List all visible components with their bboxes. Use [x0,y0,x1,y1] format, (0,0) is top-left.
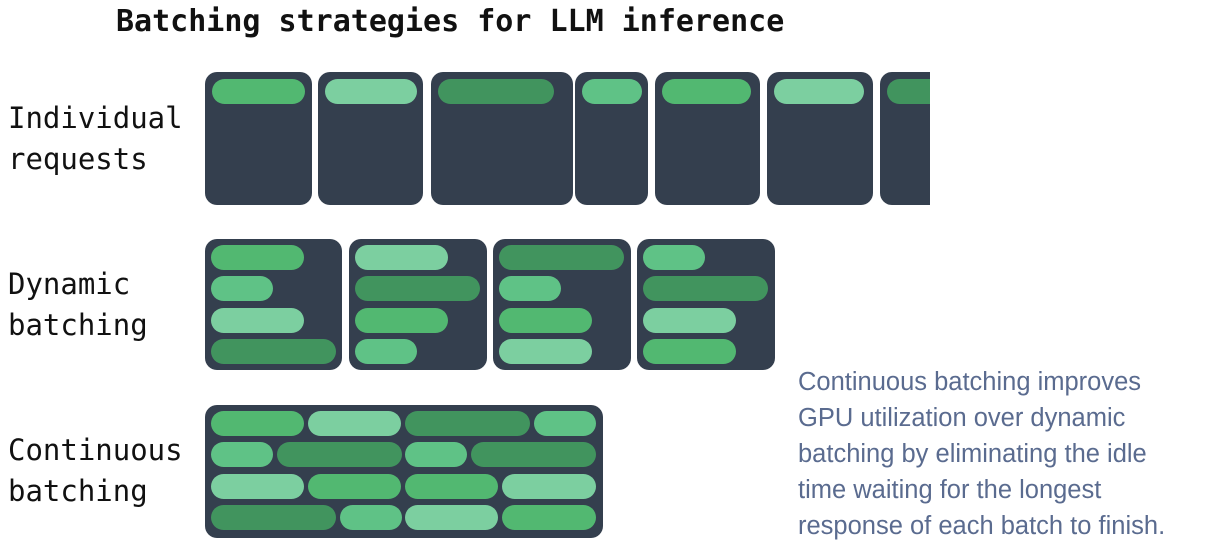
caption-line2: GPU utilization over dynamic [798,404,1126,432]
token-bar [499,276,561,301]
token-bar [355,308,448,333]
batch-panel-1 [205,239,342,370]
token-bar [582,79,642,104]
token-bar [438,79,554,104]
token-bar [643,245,705,270]
caption-line3: batching by eliminating the idle [798,440,1147,468]
token-bar [534,411,596,436]
dynamic-label-line2: batching [8,308,148,342]
dynamic-label-line1: Dynamic [8,267,131,301]
token-bar [499,308,592,333]
token-bar [499,339,592,364]
token-bar [211,474,304,499]
token-bar [211,245,304,270]
token-bar [405,474,498,499]
token-bar [211,308,304,333]
token-bar [774,79,864,104]
token-bar [355,276,480,301]
token-bar [643,276,768,301]
token-bar [277,442,402,467]
caption-line5: response of each batch to finish. [798,512,1166,540]
request-panel-6 [767,72,873,205]
request-panel-1 [205,72,312,205]
continuous-batch-panel [205,405,603,538]
caption-line4: time waiting for the longest [798,476,1102,504]
token-bar [308,474,401,499]
individual-label-line1: Individual [8,101,183,135]
token-bar [308,411,401,436]
token-bar [643,308,736,333]
individual-requests-panels [205,72,930,205]
continuous-batching-panel [205,405,603,538]
token-bar [643,339,736,364]
dynamic-batching-label: Dynamic batching [8,264,148,346]
token-bar [340,505,402,530]
caption-text: Continuous batching improves GPU utiliza… [798,364,1218,544]
token-bar [662,79,751,104]
token-bar [887,79,930,104]
request-panel-7 [880,72,930,205]
token-bar [211,339,336,364]
token-bar [405,411,530,436]
token-bar [471,442,596,467]
token-bar [211,505,336,530]
token-bar [502,505,596,530]
token-bar [211,442,273,467]
batch-panel-2 [349,239,487,370]
dynamic-batching-panels [205,239,775,370]
individual-requests-label: Individual requests [8,98,183,180]
token-bar [211,276,273,301]
token-bar [211,411,304,436]
batch-panel-3 [493,239,631,370]
request-panel-4 [575,72,648,205]
token-bar [355,339,417,364]
caption-line1: Continuous batching improves [798,368,1142,396]
continuous-label-line2: batching [8,474,148,508]
diagram-title: Batching strategies for LLM inference [116,4,785,39]
individual-label-line2: requests [8,142,148,176]
token-bar [355,245,448,270]
token-bar [405,505,498,530]
token-bar [325,79,417,104]
token-bar [499,245,624,270]
continuous-label-line1: Continuous [8,433,183,467]
request-panel-3 [431,72,573,205]
continuous-batching-label: Continuous batching [8,430,183,512]
batch-panel-4 [637,239,775,370]
request-panel-5 [655,72,760,205]
token-bar [405,442,467,467]
token-bar [502,474,596,499]
token-bar [212,79,305,104]
request-panel-2 [318,72,423,205]
